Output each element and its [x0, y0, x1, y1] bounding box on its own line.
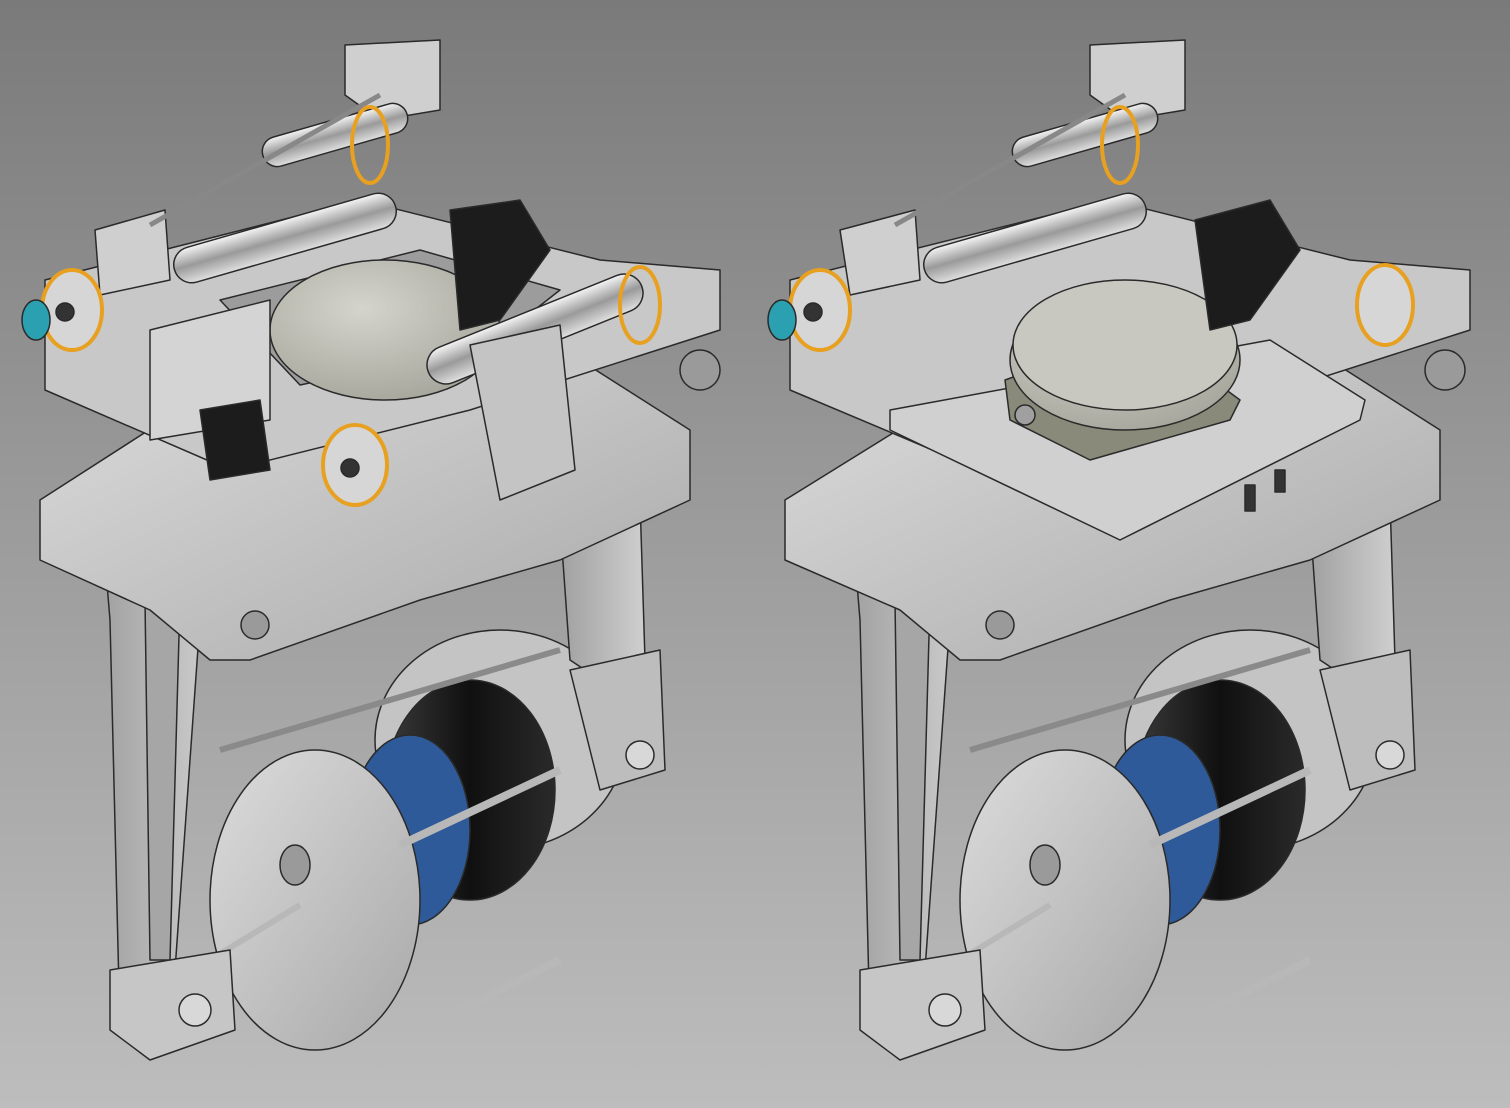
actuator-right	[958, 629, 1376, 1051]
actuator-left	[208, 629, 626, 1051]
assembly-right	[767, 39, 1471, 1061]
assembly-left	[21, 39, 721, 1061]
cad-render	[21, 39, 1471, 1061]
cad-viewport[interactable]	[0, 0, 1510, 1108]
